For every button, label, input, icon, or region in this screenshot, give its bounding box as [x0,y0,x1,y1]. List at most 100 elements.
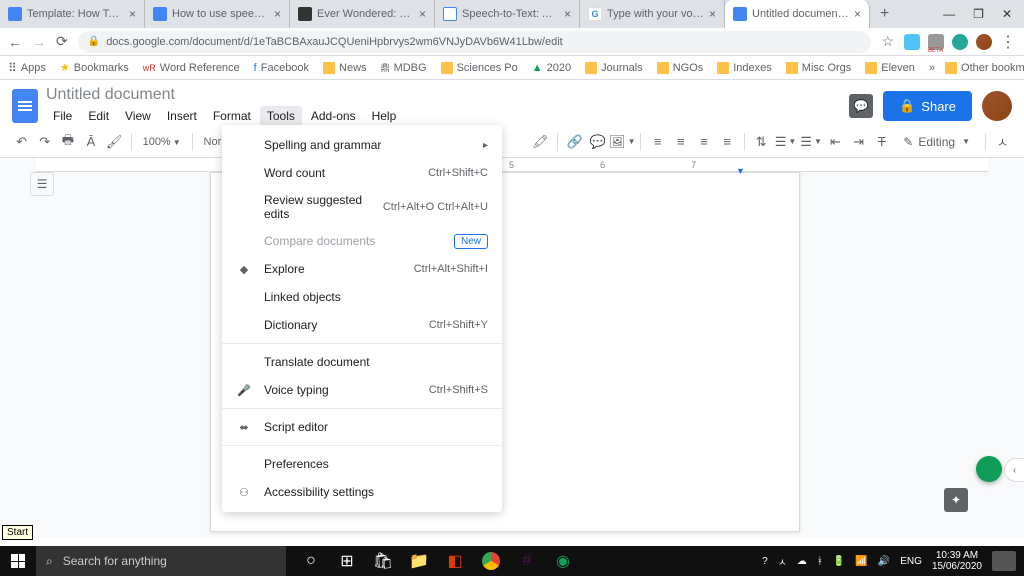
print-icon[interactable]: 🖶 [58,131,77,153]
bookmark-item[interactable]: Indexes [717,62,772,74]
numbered-list-icon[interactable]: ☰▼ [775,131,797,153]
outline-toggle-icon[interactable]: ☰ [30,172,54,196]
highlight-icon[interactable]: 🖍 [531,131,550,153]
comments-icon[interactable]: 💬 [849,94,873,118]
expand-icon[interactable]: ㅅ [993,131,1012,153]
new-tab-button[interactable]: + [870,5,899,23]
tray-up-icon[interactable]: ㅅ [778,554,787,569]
bookmark-item[interactable]: ★Bookmarks [60,61,129,74]
bookmark-item[interactable]: News [323,62,367,74]
paint-format-icon[interactable]: 🖌 [105,131,124,153]
language-indicator[interactable]: ENG [900,556,922,567]
menu-format[interactable]: Format [206,106,258,126]
clear-format-icon[interactable]: T [872,131,891,153]
menu-word-count[interactable]: Word countCtrl+Shift+C [222,159,502,187]
redo-icon[interactable]: ↷ [35,131,54,153]
help-icon[interactable]: ? [762,556,768,567]
start-button[interactable] [0,546,36,576]
clock[interactable]: 10:39 AM 15/06/2020 [932,550,982,572]
close-icon[interactable]: × [419,7,426,21]
editing-mode-button[interactable]: ✎Editing▼ [895,132,978,152]
align-center-icon[interactable]: ≡ [671,131,690,153]
menu-preferences[interactable]: Preferences [222,450,502,478]
menu-addons[interactable]: Add-ons [304,106,363,126]
menu-spelling-grammar[interactable]: Spelling and grammar▸ [222,131,502,159]
account-avatar[interactable] [982,91,1012,121]
bookmark-item[interactable]: Eleven [865,62,915,74]
menu-icon[interactable]: ⋮ [1000,32,1016,52]
menu-translate[interactable]: Translate document [222,348,502,376]
office-icon[interactable]: ◧ [438,546,472,576]
image-icon[interactable]: 🖼▼ [611,131,633,153]
overflow-icon[interactable]: » [929,62,935,74]
explorer-icon[interactable]: 📁 [402,546,436,576]
cortana-icon[interactable]: ○ [294,546,328,576]
battery-icon[interactable]: 🔋 [833,556,845,567]
menu-script-editor[interactable]: ⬌Script editor [222,413,502,441]
onedrive-icon[interactable]: ☁ [797,556,807,567]
zoom-select[interactable]: 100%▼ [139,136,185,148]
extension-icon[interactable] [904,34,920,50]
side-panel-toggle-icon[interactable]: ‹ [1004,458,1024,482]
menu-tools[interactable]: Tools [260,106,302,126]
maximize-icon[interactable]: ❐ [973,7,984,21]
close-icon[interactable]: × [564,7,571,21]
document-title[interactable]: Untitled document [46,86,841,104]
menu-edit[interactable]: Edit [81,106,116,126]
close-window-icon[interactable]: ✕ [1002,7,1012,21]
increase-indent-icon[interactable]: ⇥ [849,131,868,153]
explore-fab-icon[interactable]: ✦ [944,488,968,512]
menu-accessibility[interactable]: ⚇Accessibility settings [222,478,502,506]
horizontal-ruler[interactable]: 2 3 4 5 6 7 ▼ ▼ [36,158,988,172]
line-spacing-icon[interactable]: ⇅ [752,131,771,153]
bookmark-item[interactable]: 鼎MDBG [381,61,427,74]
close-icon[interactable]: × [709,7,716,21]
browser-tab[interactable]: How to use speech to t× [145,0,290,28]
menu-voice-typing[interactable]: 🎤Voice typingCtrl+Shift+S [222,376,502,404]
bookmark-star-icon[interactable]: ☆ [881,33,894,50]
menu-dictionary[interactable]: DictionaryCtrl+Shift+Y [222,311,502,339]
slack-icon[interactable]: # [510,546,544,576]
extension-icon[interactable] [952,34,968,50]
menu-file[interactable]: File [46,106,79,126]
close-icon[interactable]: × [274,7,281,21]
menu-linked-objects[interactable]: Linked objects [222,283,502,311]
browser-tab[interactable]: Ever Wondered: How d× [290,0,435,28]
indent-marker-icon[interactable]: ▼ [736,166,745,176]
menu-insert[interactable]: Insert [160,106,204,126]
bluetooth-icon[interactable]: ᚼ [817,556,823,567]
menu-help[interactable]: Help [365,106,404,126]
notifications-icon[interactable] [992,551,1016,571]
taskbar-search[interactable]: ⌕Search for anything [36,546,286,576]
align-left-icon[interactable]: ≡ [648,131,667,153]
spellcheck-icon[interactable]: Ā [81,131,100,153]
back-icon[interactable]: ← [8,34,22,50]
browser-tab[interactable]: GType with your voice - D× [580,0,725,28]
volume-icon[interactable]: 🔊 [878,556,890,567]
bookmark-item[interactable]: fFacebook [254,62,309,74]
other-bookmarks[interactable]: Other bookmarks [945,62,1024,74]
app-icon[interactable]: ◉ [546,546,580,576]
close-icon[interactable]: × [854,7,861,21]
link-icon[interactable]: 🔗 [565,131,584,153]
menu-review-edits[interactable]: Review suggested editsCtrl+Alt+O Ctrl+Al… [222,187,502,227]
browser-tab[interactable]: Template: How To Artic× [0,0,145,28]
docs-logo-icon[interactable] [12,89,38,123]
menu-view[interactable]: View [118,106,158,126]
profile-avatar-icon[interactable] [976,34,992,50]
store-icon[interactable]: 🛍 [366,546,400,576]
align-right-icon[interactable]: ≡ [694,131,713,153]
bookmark-item[interactable]: ▲2020 [532,62,571,74]
apps-button[interactable]: ⠿Apps [8,61,46,75]
comment-icon[interactable]: 💬 [588,131,607,153]
bookmark-item[interactable]: Misc Orgs [786,62,852,74]
minimize-icon[interactable]: — [943,7,955,21]
chrome-icon[interactable] [474,546,508,576]
extension-beta-icon[interactable]: BETA [928,34,944,50]
undo-icon[interactable]: ↶ [12,131,31,153]
wifi-icon[interactable]: 📶 [855,556,867,567]
grammarly-fab-icon[interactable] [976,456,1002,482]
reload-icon[interactable]: ⟳ [56,33,68,50]
bookmark-item[interactable]: wRWord Reference [143,62,240,74]
bookmark-item[interactable]: NGOs [657,62,704,74]
